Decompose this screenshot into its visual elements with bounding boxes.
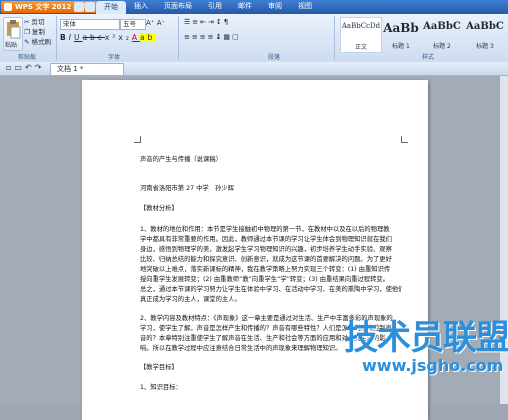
scissors-icon: ✂ <box>24 18 30 26</box>
font-format-row: BIUabcx²x₂Aab <box>60 33 156 42</box>
style-name: 标题 1 <box>392 43 410 50</box>
brush-icon: ✎ <box>24 38 30 46</box>
doc-line: 比较、归纳总结的能力和探究意识、创新意识，就成为这节课的首要解决的问题。为了更好 <box>140 256 392 263</box>
margin-mark <box>401 136 408 143</box>
shrink-font-icon[interactable]: A⁻ <box>157 19 165 27</box>
document-tab-label: 文档 1 * <box>57 65 84 73</box>
style-sample: AaBb <box>383 21 419 35</box>
menu-tabs: 开始 插入 页面布局 引用 邮件 审阅 视图 <box>96 0 320 14</box>
doc-line: 授向重学生发展转变；(2) 由重教师“教”向重学生“学”转变；(3) 由重结果向… <box>140 276 389 283</box>
paragraph-group-label: 段落 <box>268 54 281 61</box>
doc-line: 1、知识目标： <box>140 384 182 391</box>
ribbon: 粘贴 ✂ 剪切 ❐ 复制 ✎ 格式刷 剪贴板 宋体 五号 A⁺ A⁻ BIUab… <box>0 14 508 63</box>
tab-home[interactable]: 开始 <box>96 1 126 14</box>
tab-insert[interactable]: 插入 <box>126 0 156 13</box>
shading-icon[interactable]: ▦ <box>223 33 232 41</box>
copy-label: 复制 <box>31 28 45 36</box>
style-sample: AaBbC <box>466 21 504 32</box>
title-bar: WPS 文字 2012 抢鲜版 开始 插入 页面布局 引用 邮件 审阅 视图 <box>0 0 508 14</box>
style-sample: AaBbCcDd <box>341 22 381 30</box>
redo-small-icon[interactable]: ↷ <box>35 63 45 72</box>
styles-group-label: 样式 <box>422 54 435 61</box>
watermark-url: www.jsgho.com <box>362 356 504 375</box>
show-marks-icon[interactable]: ¶ <box>224 18 230 26</box>
paste-button[interactable]: 粘贴 <box>3 17 23 51</box>
cut-label: 剪切 <box>31 18 45 26</box>
tab-page-layout[interactable]: 页面布局 <box>156 0 200 13</box>
paste-icon <box>7 20 21 39</box>
doc-line: 总之，通过本节课的学习努力让学生在体验中学习、在活动中学习、在美的熏陶中学习，使… <box>140 286 402 293</box>
font-group-label: 字体 <box>108 54 121 61</box>
tab-mailings[interactable]: 邮件 <box>230 0 260 13</box>
style-name: 正文 <box>354 44 367 51</box>
style-normal[interactable]: AaBbCcDd 正文 <box>340 17 382 53</box>
format-painter-button[interactable]: ✎ 格式刷 <box>24 37 51 47</box>
tab-view[interactable]: 视图 <box>290 0 320 13</box>
watermark-logo: 技术员联盟 www.jsgho.com <box>338 310 508 378</box>
increase-indent-icon[interactable]: ⇥ <box>208 18 216 26</box>
style-heading-3[interactable]: AaBbC 标题 3 <box>463 17 507 51</box>
paste-label: 粘贴 <box>5 42 18 49</box>
numbering-icon[interactable]: ≡ <box>192 18 200 26</box>
align-center-icon[interactable]: ≡ <box>192 33 200 41</box>
style-name: 标题 2 <box>433 43 451 50</box>
open-icon[interactable]: ▭ <box>14 63 25 72</box>
style-heading-1[interactable]: AaBb 标题 1 <box>381 17 421 51</box>
borders-icon[interactable]: ▢ <box>232 33 241 41</box>
doc-line: 1、教材的地位和作用：本节是学生接触初中物理的第一节，在教材中以及在以后的物理教 <box>140 226 390 233</box>
ribbon-divider <box>334 16 335 60</box>
undo-icon[interactable] <box>85 2 95 12</box>
font-color-icon[interactable]: A <box>132 33 140 42</box>
margin-mark <box>134 136 141 143</box>
ribbon-divider <box>178 16 179 60</box>
sort-icon[interactable]: ↕ <box>216 18 224 26</box>
style-sample: AaBbC <box>423 21 461 32</box>
copy-icon: ❐ <box>24 28 30 36</box>
doc-line: 学中都具有非常重要的作用。因此，教师通过本节课的学习让学生体会到物理知识就在我们 <box>140 236 392 243</box>
document-tab[interactable]: 文档 1 * <box>50 63 124 75</box>
decrease-indent-icon[interactable]: ⇤ <box>200 18 208 26</box>
undo-small-icon[interactable]: ↶ <box>25 63 35 72</box>
align-left-icon[interactable]: ≡ <box>184 33 192 41</box>
highlight-icon[interactable]: ab <box>139 33 156 42</box>
paragraph-row-1: ☰≡⇤⇥↕¶ <box>184 18 230 26</box>
save-icon[interactable] <box>74 2 84 12</box>
style-heading-2[interactable]: AaBbC 标题 2 <box>422 17 462 51</box>
clipboard-group-label: 剪贴板 <box>18 54 37 61</box>
strikethrough-icon[interactable]: abc <box>82 33 104 42</box>
format-painter-label: 格式刷 <box>31 38 52 46</box>
tab-references[interactable]: 引用 <box>200 0 230 13</box>
justify-icon[interactable]: ≡ <box>208 33 216 41</box>
doc-heading: 【教材分析】 <box>140 205 178 212</box>
document-tab-bar: ▫▭↶↷ 文档 1 * <box>0 62 508 76</box>
paragraph-row-2: ≡≡≡≡↨▦▢ <box>184 33 241 41</box>
watermark-title: 技术员联盟 <box>344 318 508 358</box>
copy-button[interactable]: ❐ 复制 <box>24 27 51 37</box>
doc-line: 地突破以上难点，落实新课标的精神，我在教学策略上努力实现三个转变：(1) 由重知… <box>140 266 391 273</box>
cut-button[interactable]: ✂ 剪切 <box>24 17 51 27</box>
font-size-select[interactable]: 五号 <box>120 19 146 30</box>
superscript-icon[interactable]: x² <box>105 33 118 42</box>
doc-line: 身边，感悟到物理学的美，激发起学生学习物理知识的兴趣，初步培养学生动手实验、观察 <box>140 246 392 253</box>
style-name: 标题 3 <box>476 43 494 50</box>
grow-font-icon[interactable]: A⁺ <box>146 19 154 27</box>
doc-title: 声音的产生与传播（说课稿） <box>140 156 222 163</box>
font-size-buttons: A⁺ A⁻ <box>146 19 165 27</box>
subscript-icon[interactable]: x₂ <box>118 33 131 42</box>
align-right-icon[interactable]: ≡ <box>200 33 208 41</box>
ribbon-divider <box>56 16 57 60</box>
wps-logo-icon <box>4 3 12 11</box>
tab-review[interactable]: 审阅 <box>260 0 290 13</box>
quick-toolbar: ▫▭↶↷ <box>6 63 44 72</box>
font-family-select[interactable]: 宋体 <box>60 19 120 30</box>
doc-line: 真正成为学习的主人，课堂的主人。 <box>140 296 241 303</box>
doc-author: 河南省洛阳市第 27 中学 孙少辉 <box>140 185 234 192</box>
bold-icon[interactable]: B <box>60 33 69 42</box>
